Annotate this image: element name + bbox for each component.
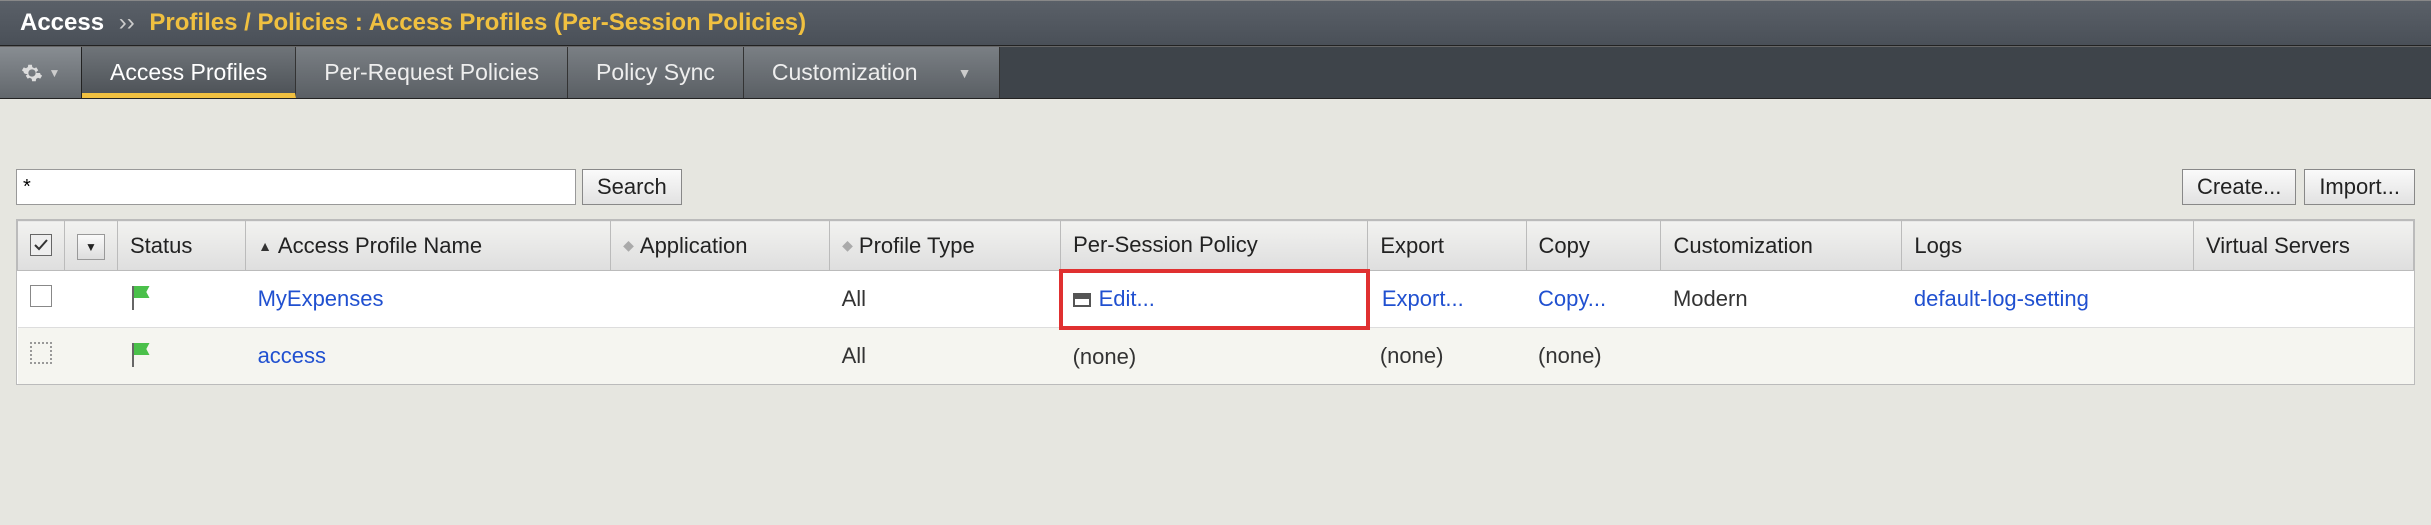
- table-row: MyExpenses All Edit... Export... Copy... Mode…: [18, 271, 2414, 328]
- edit-policy-link[interactable]: Edit...: [1099, 286, 1155, 311]
- top-controls: Search Create... Import...: [16, 169, 2415, 205]
- gear-menu-button[interactable]: ▼: [0, 47, 82, 98]
- tabs-container: Access Profiles Per-Request Policies Polic…: [82, 47, 1000, 98]
- gear-icon: [21, 62, 43, 84]
- col-virtual-servers-label: Virtual Servers: [2206, 233, 2350, 258]
- customization-cell: [1661, 328, 1902, 385]
- flag-icon: [130, 343, 154, 363]
- profile-type-cell: All: [830, 328, 1061, 385]
- row-actions-cell: [65, 271, 118, 328]
- breadcrumb-root: Access: [20, 9, 104, 36]
- copy-cell: Copy...: [1526, 271, 1661, 328]
- logs-cell: default-log-setting: [1902, 271, 2194, 328]
- import-button[interactable]: Import...: [2304, 169, 2415, 205]
- tab-label: Policy Sync: [596, 59, 715, 86]
- col-status-label: Status: [130, 233, 192, 259]
- checkbox[interactable]: [30, 285, 52, 307]
- col-per-session: Per-Session Policy: [1061, 221, 1368, 271]
- export-cell: Export...: [1368, 271, 1526, 328]
- sort-asc-icon: [258, 238, 272, 254]
- tab-per-request-policies[interactable]: Per-Request Policies: [296, 47, 568, 98]
- export-link[interactable]: Export...: [1382, 286, 1464, 311]
- status-cell: [118, 271, 246, 328]
- profiles-table: ▼ Status Access Profile Name: [17, 220, 2414, 384]
- logs-link[interactable]: default-log-setting: [1914, 286, 2089, 311]
- per-session-cell: (none): [1061, 328, 1368, 385]
- per-session-cell: Edit...: [1061, 271, 1368, 328]
- profile-name-link[interactable]: access: [258, 343, 326, 368]
- caret-down-icon: ▼: [958, 65, 972, 81]
- col-select-all[interactable]: [18, 221, 65, 271]
- col-application[interactable]: Application: [611, 221, 830, 271]
- col-customization: Customization: [1661, 221, 1902, 271]
- table-row: access All (none) (none) (none): [18, 328, 2414, 385]
- breadcrumb-separator: ››: [119, 9, 135, 36]
- per-session-value: (none): [1073, 344, 1137, 369]
- window-icon: [1073, 293, 1091, 307]
- tab-label: Access Profiles: [110, 59, 267, 86]
- col-logs: Logs: [1902, 221, 2194, 271]
- row-actions-dropdown[interactable]: ▼: [77, 234, 105, 260]
- tab-access-profiles[interactable]: Access Profiles: [82, 47, 296, 98]
- profile-name-link[interactable]: MyExpenses: [258, 286, 384, 311]
- virtual-servers-cell: [2194, 271, 2414, 328]
- header-bar: Access ›› Profiles / Policies : Access P…: [0, 0, 2431, 46]
- tab-customization[interactable]: Customization ▼: [744, 47, 1001, 98]
- tab-label: Customization: [772, 59, 918, 86]
- search-button[interactable]: Search: [582, 169, 682, 205]
- checkbox-disabled-icon: [30, 342, 52, 364]
- customization-cell: Modern: [1661, 271, 1902, 328]
- tab-label: Per-Request Policies: [324, 59, 539, 86]
- row-select-cell[interactable]: [18, 328, 65, 385]
- col-export-label: Export: [1380, 233, 1444, 258]
- status-cell: [118, 328, 246, 385]
- breadcrumb: Access ›› Profiles / Policies : Access P…: [20, 9, 2411, 37]
- logs-cell: [1902, 328, 2194, 385]
- profile-type-cell: All: [830, 271, 1061, 328]
- col-customization-label: Customization: [1673, 233, 1812, 258]
- col-name[interactable]: Access Profile Name: [246, 221, 611, 271]
- sort-icon: [842, 237, 853, 254]
- tab-policy-sync[interactable]: Policy Sync: [568, 47, 744, 98]
- col-profile-type[interactable]: Profile Type: [830, 221, 1061, 271]
- caret-down-icon: ▼: [85, 240, 97, 254]
- virtual-servers-cell: [2194, 328, 2414, 385]
- action-controls: Create... Import...: [2182, 169, 2415, 205]
- search-input[interactable]: [16, 169, 576, 205]
- profiles-table-wrap: ▼ Status Access Profile Name: [16, 219, 2415, 385]
- col-status[interactable]: Status: [118, 221, 246, 271]
- application-cell: [611, 271, 830, 328]
- export-cell: (none): [1368, 328, 1526, 385]
- col-copy-label: Copy: [1539, 233, 1590, 258]
- copy-cell: (none): [1526, 328, 1661, 385]
- row-actions-cell: [65, 328, 118, 385]
- col-row-actions[interactable]: ▼: [65, 221, 118, 271]
- select-all-checkbox[interactable]: [30, 234, 52, 256]
- col-name-label: Access Profile Name: [278, 233, 482, 259]
- tab-row: ▼ Access Profiles Per-Request Policies Pol…: [0, 46, 2431, 99]
- table-body: MyExpenses All Edit... Export... Copy... Mode…: [18, 271, 2414, 385]
- col-per-session-label: Per-Session Policy: [1073, 232, 1258, 257]
- col-virtual-servers: Virtual Servers: [2194, 221, 2414, 271]
- col-profile-type-label: Profile Type: [859, 233, 975, 259]
- content-area: Search Create... Import... ▼: [0, 99, 2431, 385]
- name-cell: MyExpenses: [246, 271, 611, 328]
- check-icon: [33, 237, 49, 253]
- col-export: Export: [1368, 221, 1526, 271]
- col-application-label: Application: [640, 233, 748, 259]
- export-value: (none): [1380, 343, 1444, 368]
- sort-icon: [623, 237, 634, 254]
- col-logs-label: Logs: [1914, 233, 1962, 258]
- create-button[interactable]: Create...: [2182, 169, 2296, 205]
- copy-link[interactable]: Copy...: [1538, 286, 1606, 311]
- row-select-cell[interactable]: [18, 271, 65, 328]
- application-cell: [611, 328, 830, 385]
- copy-value: (none): [1538, 343, 1602, 368]
- flag-icon: [130, 286, 154, 306]
- search-controls: Search: [16, 169, 682, 205]
- caret-down-icon: ▼: [49, 66, 61, 80]
- name-cell: access: [246, 328, 611, 385]
- breadcrumb-path: Profiles / Policies : Access Profiles (P…: [149, 9, 806, 36]
- col-copy: Copy: [1526, 221, 1661, 271]
